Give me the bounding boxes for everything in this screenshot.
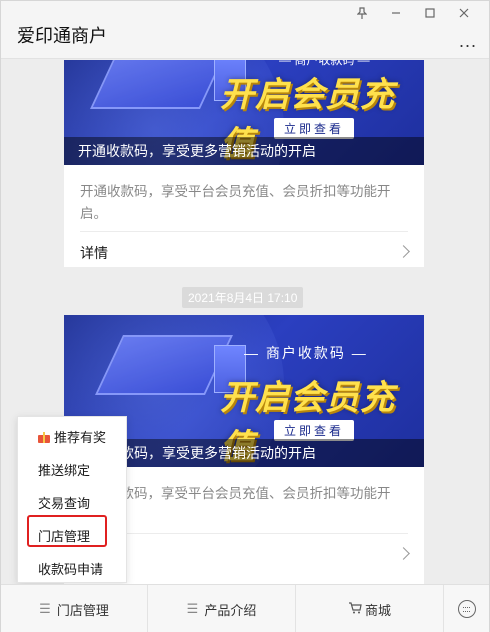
chevron-right-icon — [397, 547, 410, 560]
highlight-box — [27, 515, 107, 547]
close-icon[interactable] — [447, 3, 481, 23]
banner-top-text: — 商户收款码 — — [244, 345, 368, 361]
gift-icon — [38, 431, 50, 443]
banner-view-button: 立即查看 — [274, 118, 355, 139]
tab-label: 商城 — [364, 602, 391, 618]
tab-label: 门店管理 — [56, 602, 109, 618]
message-description: 开通收款码，享受平台会员充值、会员折扣等功能开启。 — [80, 184, 391, 221]
menu-item-transaction-query[interactable]: 交易查询 — [38, 493, 90, 512]
cart-icon — [348, 601, 362, 617]
keyboard-toggle-button[interactable] — [444, 585, 489, 632]
menu-item-payment-code-apply[interactable]: 收款码申请 — [38, 559, 103, 578]
message-card[interactable]: — 商户收款码 — 开启会员充值 立即查看 开通收款码，享受更多营销活动的开启 … — [64, 60, 424, 267]
details-label: 详情 — [80, 245, 108, 261]
pin-icon[interactable] — [345, 3, 379, 23]
menu-item-push-binding[interactable]: 推送绑定 — [38, 460, 90, 479]
chevron-right-icon — [397, 245, 410, 258]
minimize-icon[interactable] — [379, 3, 413, 23]
menu-icon: ☰ — [39, 601, 51, 616]
bottom-menu-bar: ☰ 门店管理 ☰ 产品介绍 商城 — [1, 584, 489, 632]
window-controls — [345, 3, 481, 23]
banner-caption: 开通收款码，享受更多营销活动的开启 — [64, 137, 424, 165]
tab-product-intro[interactable]: ☰ 产品介绍 — [148, 585, 296, 632]
tab-store-management[interactable]: ☰ 门店管理 — [1, 585, 148, 632]
popup-menu: 推荐有奖 推送绑定 交易查询 门店管理 收款码申请 — [17, 416, 127, 583]
tab-label: 产品介绍 — [204, 602, 257, 618]
banner-image[interactable]: — 商户收款码 — 开启会员充值 立即查看 开通收款码，享受更多营销活动的开启 — [64, 60, 424, 165]
more-options-button[interactable]: ... — [459, 31, 477, 52]
window-title: 爱印通商户 — [17, 26, 107, 46]
banner-view-button: 立即查看 — [274, 420, 355, 441]
app-window: 爱印通商户 ... — 商户收款码 — 开启会员充值 立即查看 开通收款码，享受… — [0, 0, 490, 632]
menu-item-recommend[interactable]: 推荐有奖 — [38, 427, 106, 446]
details-link[interactable]: 详情 — [64, 232, 424, 274]
keyboard-icon — [457, 600, 476, 618]
menu-item-label: 推荐有奖 — [54, 430, 107, 445]
maximize-icon[interactable] — [413, 3, 447, 23]
menu-icon: ☰ — [186, 601, 199, 616]
tab-mall[interactable]: 商城 — [296, 585, 444, 632]
title-bar: 爱印通商户 ... — [1, 1, 489, 59]
timestamp: 2021年8月4日 17:10 — [182, 287, 304, 308]
